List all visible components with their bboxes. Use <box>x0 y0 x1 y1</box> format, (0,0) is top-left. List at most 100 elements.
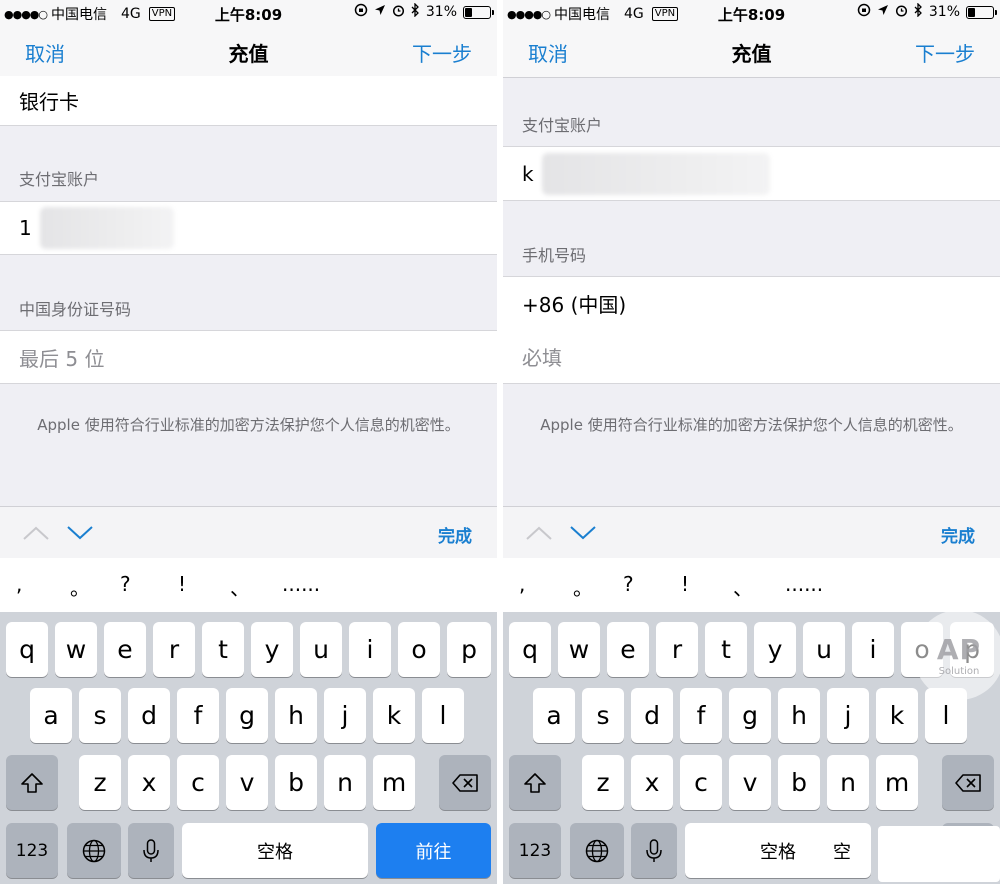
chevron-down-icon[interactable] <box>66 525 94 541</box>
key-m[interactable]: m <box>373 755 415 810</box>
key-g[interactable]: g <box>226 688 268 743</box>
key-d[interactable]: d <box>128 688 170 743</box>
key-w[interactable]: w <box>558 622 600 677</box>
key-z[interactable]: z <box>79 755 121 810</box>
status-right: 31% <box>857 2 997 21</box>
key-c[interactable]: c <box>177 755 219 810</box>
battery-percent: 31% <box>425 4 457 20</box>
microphone-key[interactable] <box>631 823 677 878</box>
key-j[interactable]: j <box>324 688 366 743</box>
key-x[interactable]: x <box>128 755 170 810</box>
shift-key[interactable] <box>509 755 561 810</box>
alipay-account-field[interactable]: 1 <box>0 201 497 255</box>
key-s[interactable]: s <box>79 688 121 743</box>
globe-icon <box>585 839 609 862</box>
key-d[interactable]: d <box>631 688 673 743</box>
status-bar: ●●●●○ 中国电信 4G VPN 上午8:09 31% <box>0 0 497 26</box>
key-u[interactable]: u <box>300 622 342 677</box>
key-n[interactable]: n <box>827 755 869 810</box>
key-j[interactable]: j <box>827 688 869 743</box>
key-v[interactable]: v <box>729 755 771 810</box>
done-button[interactable]: 完成 <box>941 522 975 547</box>
punct-key[interactable]: ...... <box>785 572 823 596</box>
key-e[interactable]: e <box>607 622 649 677</box>
punct-key[interactable]: , <box>519 572 525 596</box>
delete-key[interactable] <box>439 755 491 810</box>
key-p[interactable]: p <box>447 622 491 677</box>
alarm-icon <box>392 4 405 21</box>
keyboard: q w e r t y u i o p a s d f g h j k l z … <box>0 612 497 884</box>
next-button[interactable]: 下一步 <box>915 38 975 67</box>
key-c[interactable]: c <box>680 755 722 810</box>
id-number-field[interactable]: 最后 5 位 <box>0 330 497 384</box>
chevron-up-icon[interactable] <box>22 525 50 541</box>
key-s[interactable]: s <box>582 688 624 743</box>
phone-screen-right: ●●●●○ 中国电信 4G VPN 上午8:09 31% 取消 充值 下一步 支… <box>503 0 1000 884</box>
numbers-key[interactable]: 123 <box>6 823 58 878</box>
key-w[interactable]: w <box>55 622 97 677</box>
key-i[interactable]: i <box>349 622 391 677</box>
key-q[interactable]: q <box>509 622 551 677</box>
key-l[interactable]: l <box>422 688 464 743</box>
key-h[interactable]: h <box>778 688 820 743</box>
globe-key[interactable] <box>570 823 624 878</box>
key-b[interactable]: b <box>778 755 820 810</box>
key-h[interactable]: h <box>275 688 317 743</box>
punct-key[interactable]: 、 <box>230 572 250 601</box>
key-t[interactable]: t <box>202 622 244 677</box>
microphone-key[interactable] <box>128 823 174 878</box>
key-k[interactable]: k <box>373 688 415 743</box>
key-y[interactable]: y <box>754 622 796 677</box>
country-code-row[interactable]: +86 (中国) <box>503 276 1000 331</box>
key-t[interactable]: t <box>705 622 747 677</box>
punct-key[interactable]: 、 <box>733 572 753 601</box>
punctuation-bar: , 。 ? ! 、 ...... <box>503 558 1000 612</box>
punct-key[interactable]: ? <box>623 572 634 596</box>
chevron-down-icon[interactable] <box>569 525 597 541</box>
key-a[interactable]: a <box>533 688 575 743</box>
top-bar: ●●●●○ 中国电信 4G VPN 上午8:09 31% 取消 充值 下一步 <box>0 0 497 78</box>
key-r[interactable]: r <box>153 622 195 677</box>
key-k[interactable]: k <box>876 688 918 743</box>
key-n[interactable]: n <box>324 755 366 810</box>
punct-key[interactable]: ...... <box>282 572 320 596</box>
key-o[interactable]: o <box>398 622 440 677</box>
done-button[interactable]: 完成 <box>438 522 472 547</box>
space-key[interactable]: 空格 <box>182 823 368 878</box>
key-m[interactable]: m <box>876 755 918 810</box>
punct-key[interactable]: 。 <box>70 572 90 601</box>
punct-key[interactable]: ? <box>120 572 131 596</box>
alipay-account-field[interactable]: k <box>503 146 1000 201</box>
delete-key[interactable] <box>942 755 994 810</box>
bank-card-row[interactable]: 银行卡 <box>0 76 497 126</box>
key-f[interactable]: f <box>177 688 219 743</box>
key-y[interactable]: y <box>251 622 293 677</box>
punct-key[interactable]: , <box>16 572 22 596</box>
top-bar: ●●●●○ 中国电信 4G VPN 上午8:09 31% 取消 充值 下一步 <box>503 0 1000 78</box>
key-f[interactable]: f <box>680 688 722 743</box>
next-button[interactable]: 下一步 <box>412 38 472 67</box>
key-q[interactable]: q <box>6 622 48 677</box>
key-z[interactable]: z <box>582 755 624 810</box>
go-key[interactable]: 前往 <box>376 823 491 878</box>
key-v[interactable]: v <box>226 755 268 810</box>
key-b[interactable]: b <box>275 755 317 810</box>
key-i[interactable]: i <box>852 622 894 677</box>
key-r[interactable]: r <box>656 622 698 677</box>
key-a[interactable]: a <box>30 688 72 743</box>
key-u[interactable]: u <box>803 622 845 677</box>
phone-number-field[interactable]: 必填 <box>503 330 1000 384</box>
country-code-value: +86 (中国) <box>522 293 627 317</box>
punct-key[interactable]: ! <box>178 572 186 596</box>
punct-key[interactable]: 。 <box>573 572 593 601</box>
key-x[interactable]: x <box>631 755 673 810</box>
battery-icon <box>463 5 494 19</box>
chevron-up-icon[interactable] <box>525 525 553 541</box>
shift-key[interactable] <box>6 755 58 810</box>
key-g[interactable]: g <box>729 688 771 743</box>
key-e[interactable]: e <box>104 622 146 677</box>
bank-card-label: 银行卡 <box>19 90 79 114</box>
punct-key[interactable]: ! <box>681 572 689 596</box>
globe-key[interactable] <box>67 823 121 878</box>
numbers-key[interactable]: 123 <box>509 823 561 878</box>
